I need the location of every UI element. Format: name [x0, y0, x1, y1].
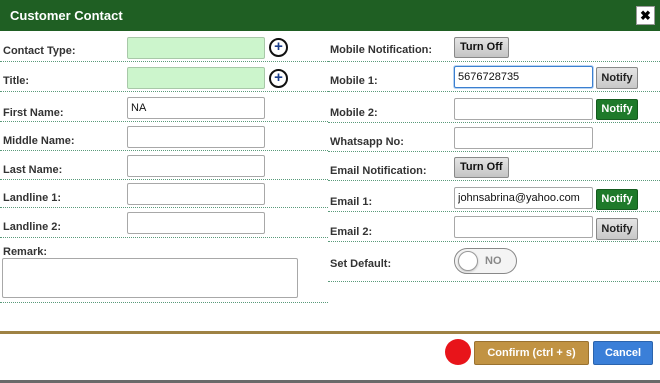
last-name-label: Last Name:: [3, 164, 63, 176]
whatsapp-field[interactable]: [454, 127, 593, 149]
landline1-field[interactable]: [127, 183, 265, 205]
row-divider: [328, 91, 660, 92]
remark-label: Remark:: [3, 246, 48, 258]
middle-name-label: Middle Name:: [3, 135, 75, 147]
landline2-field[interactable]: [127, 212, 265, 234]
row-divider: [0, 179, 328, 180]
footer-divider: [0, 331, 660, 334]
dialog-titlebar: Customer Contact ✖: [0, 0, 660, 31]
email2-field[interactable]: [454, 216, 593, 238]
last-name-field[interactable]: [127, 155, 265, 177]
contact-type-label: Contact Type:: [3, 45, 76, 57]
toggle-state-label: NO: [485, 255, 502, 267]
set-default-label: Set Default:: [330, 258, 392, 270]
customer-contact-dialog: Customer Contact ✖ Contact Type: + Title…: [0, 0, 660, 383]
row-divider: [0, 150, 328, 151]
landline2-label: Landline 2:: [3, 221, 62, 233]
mobile1-field[interactable]: [454, 66, 593, 88]
mobile2-field[interactable]: [454, 98, 593, 120]
email-notification-label: Email Notification:: [330, 165, 427, 177]
add-title-icon[interactable]: +: [269, 69, 288, 88]
row-divider: [328, 151, 660, 152]
email1-notify-button[interactable]: Notify: [596, 189, 638, 210]
first-name-label: First Name:: [3, 107, 64, 119]
title-field[interactable]: [127, 67, 265, 89]
middle-name-field[interactable]: [127, 126, 265, 148]
dialog-title: Customer Contact: [10, 8, 123, 23]
row-divider: [0, 302, 328, 303]
add-contact-type-icon[interactable]: +: [269, 38, 288, 57]
email2-label: Email 2:: [330, 226, 373, 238]
first-name-field[interactable]: [127, 97, 265, 119]
email-notification-turn-off-button[interactable]: Turn Off: [454, 157, 509, 178]
close-icon[interactable]: ✖: [636, 6, 655, 25]
row-divider: [328, 241, 660, 242]
mobile2-label: Mobile 2:: [330, 107, 378, 119]
mobile-notification-label: Mobile Notification:: [330, 44, 433, 56]
whatsapp-label: Whatsapp No:: [330, 136, 404, 148]
row-divider: [0, 61, 328, 62]
cancel-button[interactable]: Cancel: [593, 341, 653, 365]
row-divider: [328, 211, 660, 212]
mobile1-label: Mobile 1:: [330, 75, 378, 87]
toggle-knob: [458, 251, 478, 271]
landline1-label: Landline 1:: [3, 192, 62, 204]
set-default-toggle[interactable]: NO: [454, 248, 517, 274]
row-divider: [328, 122, 660, 123]
email1-field[interactable]: [454, 187, 593, 209]
row-divider: [328, 180, 660, 181]
row-divider: [328, 61, 660, 62]
row-divider: [0, 91, 328, 92]
title-label: Title:: [3, 75, 30, 87]
email1-label: Email 1:: [330, 196, 373, 208]
row-divider: [0, 237, 328, 238]
contact-type-field[interactable]: [127, 37, 265, 59]
email2-notify-button[interactable]: Notify: [596, 218, 638, 240]
mobile1-notify-button[interactable]: Notify: [596, 67, 638, 89]
record-status-icon: [445, 339, 471, 365]
remark-textarea[interactable]: [2, 258, 298, 298]
confirm-button[interactable]: Confirm (ctrl + s): [474, 341, 589, 365]
mobile-notification-turn-off-button[interactable]: Turn Off: [454, 37, 509, 58]
row-divider: [0, 121, 328, 122]
row-divider: [328, 281, 660, 282]
mobile2-notify-button[interactable]: Notify: [596, 99, 638, 120]
row-divider: [0, 207, 328, 208]
